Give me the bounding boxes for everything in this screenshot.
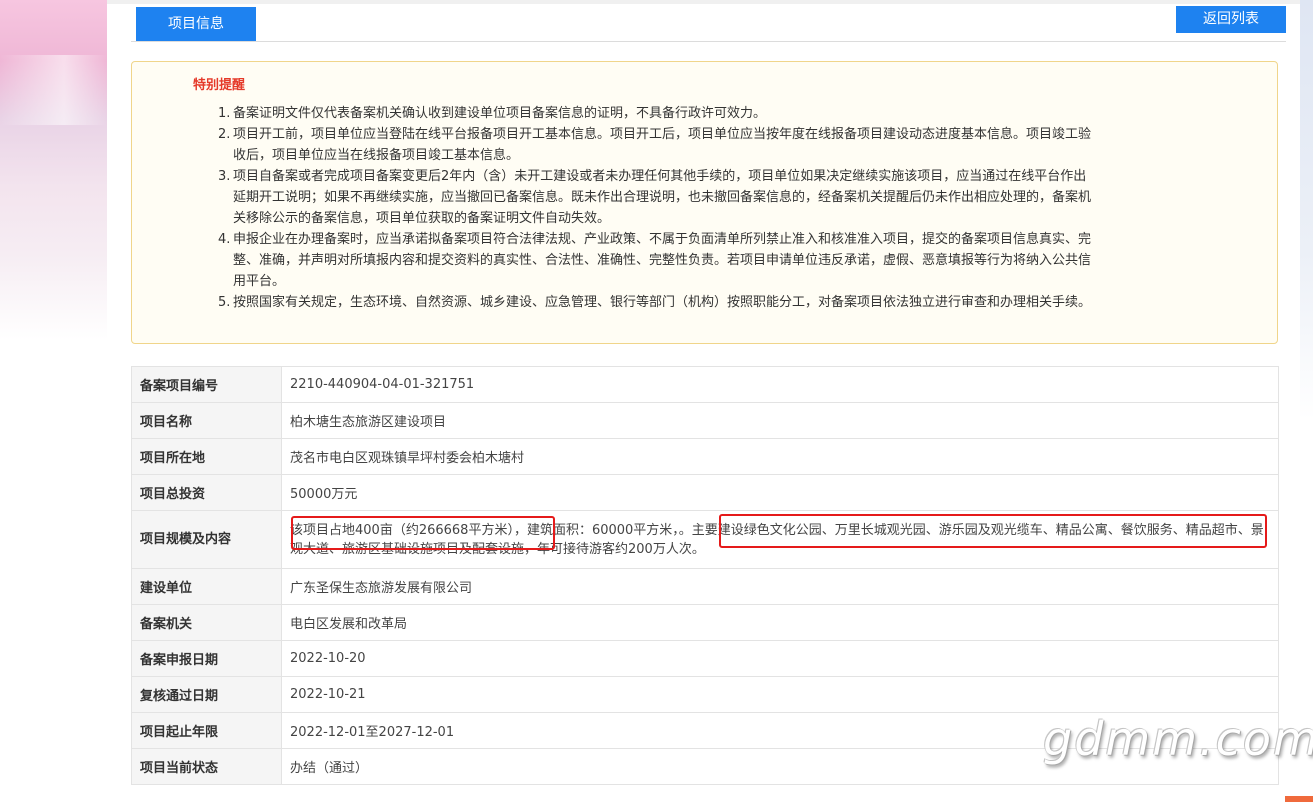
field-value-project-name: 柏木塘生态旅游区建设项目	[281, 402, 1279, 439]
notice-item: 3. 项目自备案或者完成项目备案变更后2年内（含）未开工建设或者未办理任何其他手…	[218, 166, 1098, 229]
field-label-current-status: 项目当前状态	[131, 748, 282, 785]
notice-list: 1. 备案证明文件仅代表备案机关确认收到建设单位项目备案信息的证明，不具备行政许…	[218, 103, 1098, 313]
table-row: 建设单位 广东圣保生态旅游发展有限公司	[131, 568, 1279, 605]
field-label-location: 项目所在地	[131, 438, 282, 475]
table-row: 复核通过日期 2022-10-21	[131, 676, 1279, 713]
field-value-record-number: 2210-440904-04-01-321751	[281, 366, 1279, 403]
top-divider	[107, 0, 1300, 4]
notice-item-text: 项目自备案或者完成项目备案变更后2年内（含）未开工建设或者未办理任何其他手续的，…	[233, 169, 1092, 226]
field-value-review-date: 2022-10-21	[281, 676, 1279, 713]
field-label-project-name: 项目名称	[131, 402, 282, 439]
notice-item-number: 5.	[218, 295, 231, 310]
field-value-total-investment: 50000万元	[281, 474, 1279, 511]
site-watermark: gdmm.com	[1043, 712, 1313, 766]
table-row: 项目名称 柏木塘生态旅游区建设项目	[131, 402, 1279, 439]
notice-item: 1. 备案证明文件仅代表备案机关确认收到建设单位项目备案信息的证明，不具备行政许…	[218, 103, 1098, 124]
notice-item-number: 4.	[218, 232, 231, 247]
field-label-record-number: 备案项目编号	[131, 366, 282, 403]
table-row: 项目总投资 50000万元	[131, 474, 1279, 511]
table-row: 备案机关 电白区发展和改革局	[131, 604, 1279, 641]
notice-item-text: 项目开工前，项目单位应当登陆在线平台报备项目开工基本信息。项目开工后，项目单位应…	[233, 127, 1092, 163]
field-value-scale-content: 该项目占地400亩（约266668平方米），建筑面积：60000平方米，。主要建…	[281, 510, 1279, 569]
field-label-scale-content: 项目规模及内容	[131, 510, 282, 569]
notice-item-text: 备案证明文件仅代表备案机关确认收到建设单位项目备案信息的证明，不具备行政许可效力…	[233, 106, 767, 121]
field-value-location: 茂名市电白区观珠镇旱坪村委会柏木塘村	[281, 438, 1279, 475]
table-row: 项目所在地 茂名市电白区观珠镇旱坪村委会柏木塘村	[131, 438, 1279, 475]
notice-title: 特别提醒	[193, 78, 246, 93]
field-label-record-authority: 备案机关	[131, 604, 282, 641]
table-row: 备案项目编号 2210-440904-04-01-321751	[131, 366, 1279, 403]
field-label-project-period: 项目起止年限	[131, 712, 282, 749]
field-label-construction-unit: 建设单位	[131, 568, 282, 605]
notice-item: 2. 项目开工前，项目单位应当登陆在线平台报备项目开工基本信息。项目开工后，项目…	[218, 124, 1098, 166]
table-row: 备案申报日期 2022-10-20	[131, 640, 1279, 677]
notice-item: 5. 按照国家有关规定，生态环境、自然资源、城乡建设、应急管理、银行等部门（机构…	[218, 292, 1098, 313]
notice-item-text: 申报企业在办理备案时，应当承诺拟备案项目符合法律法规、产业政策、不属于负面清单所…	[233, 232, 1092, 289]
notice-item-number: 2.	[218, 127, 231, 142]
special-notice-box: 特别提醒 1. 备案证明文件仅代表备案机关确认收到建设单位项目备案信息的证明，不…	[131, 61, 1278, 344]
notice-item-text: 按照国家有关规定，生态环境、自然资源、城乡建设、应急管理、银行等部门（机构）按照…	[233, 295, 1092, 310]
field-label-application-date: 备案申报日期	[131, 640, 282, 677]
tab-underline	[131, 41, 1286, 42]
field-value-record-authority: 电白区发展和改革局	[281, 604, 1279, 641]
notice-item-number: 3.	[218, 169, 231, 184]
tab-project-info[interactable]: 项目信息	[136, 7, 256, 41]
field-value-application-date: 2022-10-20	[281, 640, 1279, 677]
notice-item-number: 1.	[218, 106, 231, 121]
content-panel: 项目信息 返回列表 特别提醒 1. 备案证明文件仅代表备案机关确认收到建设单位项…	[107, 0, 1300, 802]
table-row: 项目规模及内容 该项目占地400亩（约266668平方米），建筑面积：60000…	[131, 510, 1279, 569]
field-value-construction-unit: 广东圣保生态旅游发展有限公司	[281, 568, 1279, 605]
field-label-total-investment: 项目总投资	[131, 474, 282, 511]
background-decoration-left	[0, 0, 107, 340]
back-to-list-button[interactable]: 返回列表	[1176, 6, 1286, 33]
notice-item: 4. 申报企业在办理备案时，应当承诺拟备案项目符合法律法规、产业政策、不属于负面…	[218, 229, 1098, 292]
corner-widget[interactable]	[1285, 796, 1313, 802]
field-label-review-date: 复核通过日期	[131, 676, 282, 713]
